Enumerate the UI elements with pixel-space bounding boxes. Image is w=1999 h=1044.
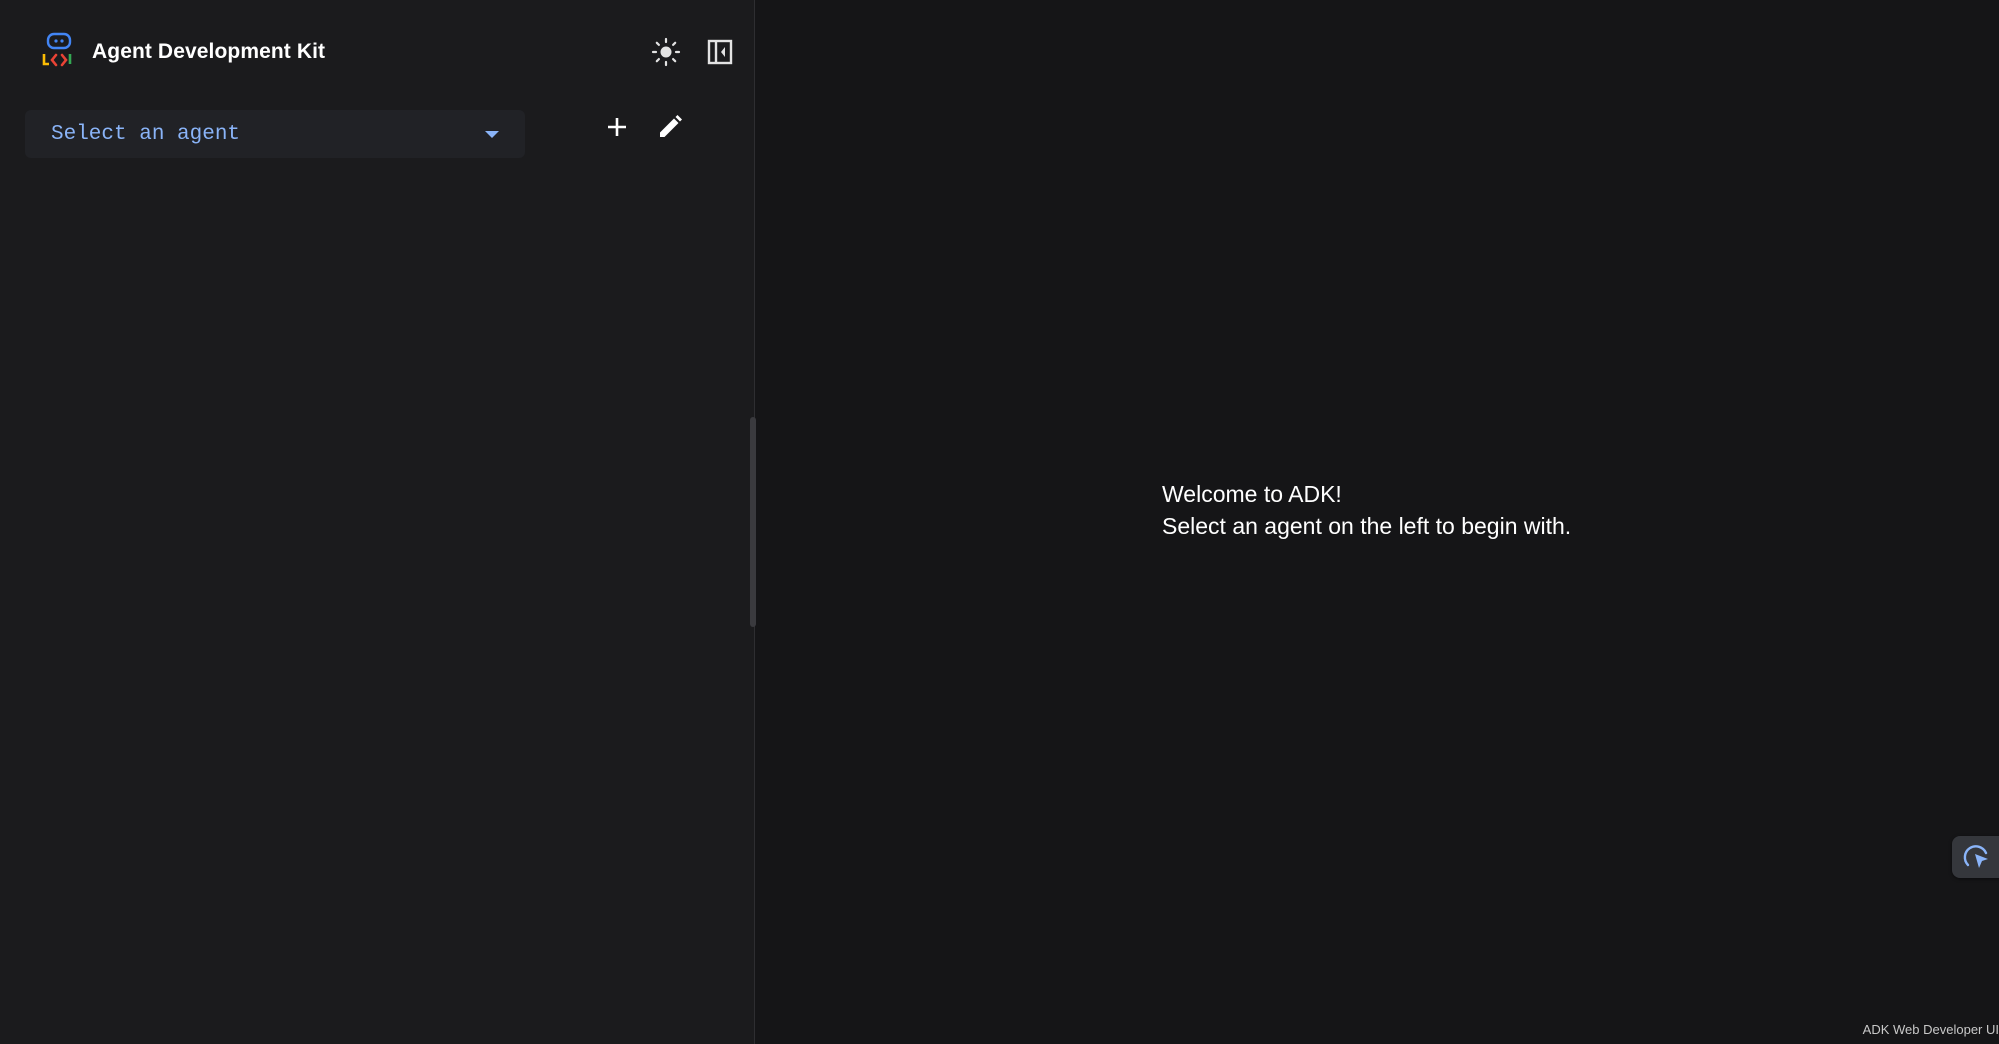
sidebar: Agent Development Kit Select an agent [0, 0, 756, 1044]
app-title: Agent Development Kit [92, 40, 326, 63]
agent-select-dropdown[interactable]: Select an agent [25, 110, 525, 158]
welcome-subtitle: Select an agent on the left to begin wit… [1162, 513, 1572, 539]
panel-toggle-button[interactable] [702, 34, 738, 70]
plus-icon [608, 118, 626, 136]
welcome-message: Welcome to ADK! Select an agent on the l… [1162, 478, 1571, 542]
adk-logo-icon [42, 32, 72, 67]
edit-agent-button[interactable] [651, 108, 689, 146]
floating-action-button[interactable] [1952, 836, 1999, 878]
cursor-select-icon [1963, 845, 1988, 868]
sun-icon [651, 37, 681, 67]
footer-label: ADK Web Developer UI [1862, 1022, 1999, 1037]
pencil-icon [660, 115, 682, 137]
theme-toggle-button[interactable] [648, 34, 684, 70]
agent-select-value: Select an agent [51, 122, 241, 146]
app-header: Agent Development Kit [40, 32, 325, 72]
dock-left-icon [707, 39, 733, 65]
welcome-title: Welcome to ADK! [1162, 481, 1342, 507]
chevron-down-icon [485, 130, 499, 138]
app-root: Agent Development Kit Select an agent We… [0, 0, 1999, 1044]
add-agent-button[interactable] [598, 108, 636, 146]
